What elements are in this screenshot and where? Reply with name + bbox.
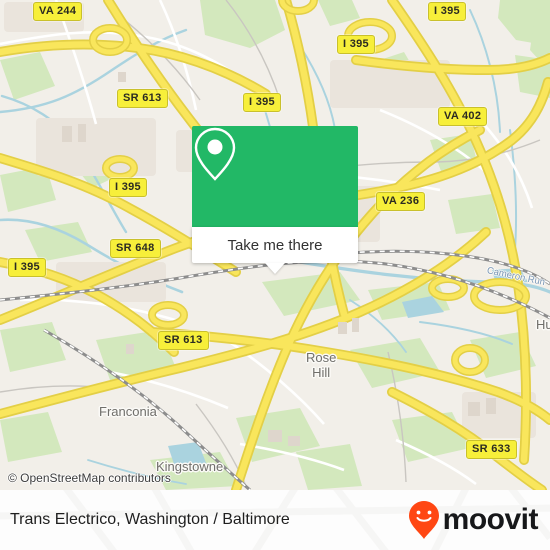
road-shield[interactable]: VA 244	[33, 2, 83, 21]
map-popup-card[interactable]: Take me there	[192, 126, 358, 274]
road-shield[interactable]: VA 402	[438, 107, 488, 126]
place-label-line: Hill	[312, 365, 331, 380]
footer-bar: Trans Electrico, Washington / Baltimore …	[0, 490, 550, 550]
road-shield[interactable]: SR 613	[158, 331, 209, 350]
road-shield[interactable]: I 395	[428, 2, 466, 21]
place-label-huntington: Hu	[536, 317, 550, 332]
place-label-line: Rose	[306, 350, 337, 365]
map-pin-icon	[194, 127, 236, 181]
take-me-there-label: Take me there	[227, 236, 323, 254]
map-canvas[interactable]: VA 244 I 395 I 395 SR 613 I 395 VA 402 I…	[0, 0, 550, 490]
osm-attribution[interactable]: © OpenStreetMap contributors	[8, 471, 171, 485]
place-label-franconia: Franconia	[99, 404, 157, 419]
moovit-map-screenshot: VA 244 I 395 I 395 SR 613 I 395 VA 402 I…	[0, 0, 550, 550]
popup-icon-area	[192, 126, 358, 227]
road-shield[interactable]: I 395	[337, 35, 375, 54]
moovit-logo[interactable]: moovit	[408, 500, 539, 540]
road-shield[interactable]: I 395	[243, 93, 281, 112]
road-shield[interactable]: I 395	[109, 178, 147, 197]
moovit-wordmark: moovit	[442, 503, 539, 536]
take-me-there-button[interactable]: Take me there	[192, 227, 358, 263]
road-shield[interactable]: VA 236	[376, 192, 426, 211]
popup-tail	[265, 263, 285, 274]
place-label-rose-hill: Rose Hill	[306, 350, 336, 380]
road-shield[interactable]: SR 613	[117, 89, 168, 108]
road-shield[interactable]: I 395	[8, 258, 46, 277]
road-shield[interactable]: SR 633	[466, 440, 517, 459]
moovit-smiley-pin-icon	[408, 501, 439, 539]
page-title: Trans Electrico, Washington / Baltimore	[10, 511, 290, 528]
road-shield[interactable]: SR 648	[110, 239, 161, 258]
